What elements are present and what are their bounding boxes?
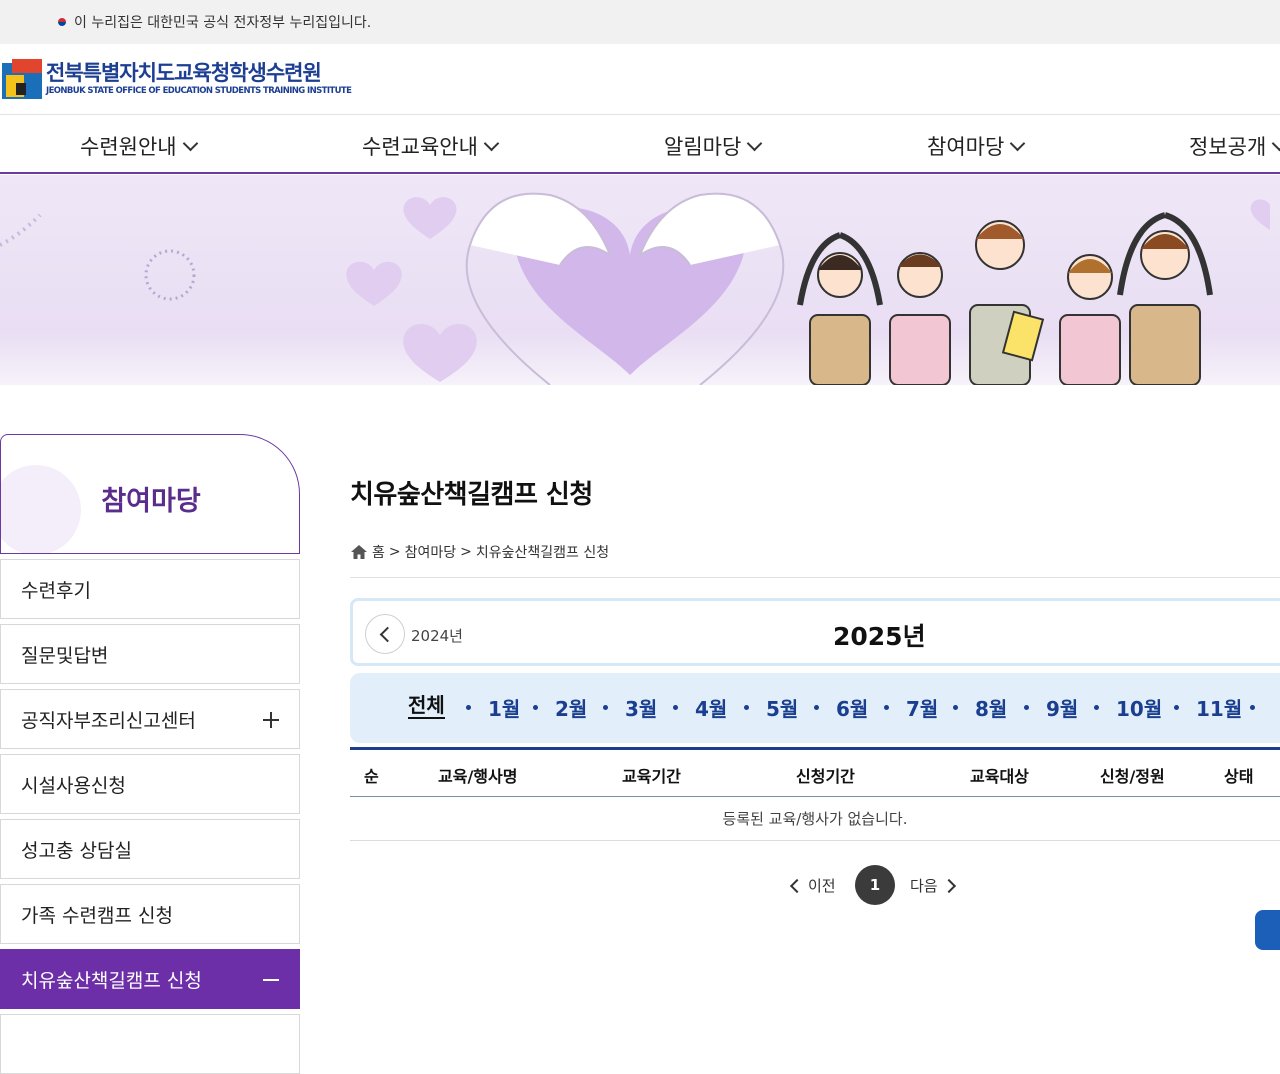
next-page-label: 다음	[910, 877, 938, 895]
logo-name-en: JEONBUK STATE OFFICE OF EDUCATION STUDEN…	[46, 86, 352, 96]
separator-dot	[1174, 705, 1179, 710]
minus-icon[interactable]	[263, 979, 279, 981]
prev-page-button[interactable]: 이전	[789, 875, 836, 896]
breadcrumb-separator: >	[460, 544, 472, 560]
page-title: 치유숲산책길캠프 신청	[350, 480, 593, 510]
month-tabs: 전체 1월 2월 3월 4월 5월 6월 7월 8월 9월 10월 11월	[350, 673, 1280, 743]
col-header-period: 교육기간	[622, 767, 681, 786]
gnb-item-disclosure[interactable]: 정보공개	[1189, 131, 1280, 161]
month-tab[interactable]: 3월	[625, 693, 657, 722]
chevron-left-icon	[789, 878, 805, 893]
breadcrumb-home[interactable]: 홈	[372, 542, 385, 562]
sidebar-item-label: 치유숲산책길캠프 신청	[21, 969, 202, 992]
separator-dot	[814, 705, 819, 710]
sidebar-title-box: 참여마당	[0, 434, 300, 554]
chevron-down-icon	[1272, 135, 1280, 151]
breadcrumb-current: 치유숲산책길캠프 신청	[475, 545, 610, 561]
chevron-down-icon	[1010, 135, 1026, 151]
gnb-label: 참여마당	[927, 135, 1005, 159]
sidebar-item-review[interactable]: 수련후기	[0, 559, 300, 619]
floating-apply-button[interactable]	[1255, 910, 1280, 950]
current-year: 2025년	[833, 622, 926, 651]
sidebar-item-label: 공직자부조리신고센터	[21, 709, 196, 732]
month-tab[interactable]: 7월	[906, 693, 938, 722]
logo-mark-icon	[2, 57, 44, 101]
chevron-down-icon	[747, 135, 763, 151]
prev-year-button[interactable]	[365, 614, 405, 654]
table-header: 순 교육/행사명 교육기간 신청기간 교육대상 신청/정원 상태	[350, 750, 1280, 797]
page-number-current[interactable]: 1	[855, 865, 895, 905]
breadcrumb: 홈 > 참여마당 > 치유숲산책길캠프 신청	[350, 542, 609, 562]
month-tab[interactable]: 1월	[488, 693, 520, 722]
month-tab[interactable]: 6월	[836, 693, 868, 722]
sidebar-item-qna[interactable]: 질문및답변	[0, 624, 300, 684]
global-nav: 수련원안내 수련교육안내 알림마당 참여마당 정보공개	[0, 114, 1280, 174]
sidebar-title: 참여마당	[101, 486, 201, 517]
chevron-down-icon	[483, 135, 500, 151]
gnb-label: 수련교육안내	[362, 135, 478, 159]
gnb-item-about[interactable]: 수련원안내	[80, 131, 198, 161]
prev-page-label: 이전	[808, 877, 836, 895]
sidebar-item-next[interactable]	[0, 1014, 300, 1074]
chevron-right-icon	[941, 878, 956, 893]
students-illustration	[797, 212, 1213, 385]
separator-dot	[1024, 705, 1029, 710]
col-header-apply-period: 신청기간	[796, 767, 855, 786]
year-navigator: 2024년 2025년	[350, 598, 1280, 666]
separator-dot	[744, 705, 749, 710]
col-header-capacity: 신청/정원	[1100, 767, 1165, 786]
breadcrumb-separator: >	[388, 544, 401, 560]
gnb-item-education[interactable]: 수련교육안내	[362, 131, 500, 161]
home-icon[interactable]	[350, 544, 368, 560]
month-tab[interactable]: 5월	[766, 693, 798, 722]
month-tab[interactable]: 11월	[1196, 693, 1242, 722]
month-tab-all[interactable]: 전체	[408, 693, 445, 719]
table-empty-message: 등록된 교육/행사가 없습니다.	[350, 798, 1280, 841]
separator-dot	[466, 705, 471, 710]
separator-dot	[533, 705, 538, 710]
gnb-label: 정보공개	[1189, 135, 1267, 159]
gnb-label: 알림마당	[664, 135, 742, 159]
gnb-label: 수련원안내	[80, 135, 177, 159]
logo-name-ko: 전북특별자치도교육청학생수련원	[46, 61, 322, 85]
gov-banner-text: 이 누리집은 대한민국 공식 전자정부 누리집입니다.	[74, 15, 372, 31]
separator-dot	[1094, 705, 1099, 710]
col-header-target: 교육대상	[970, 767, 1029, 786]
pagination: 이전 1 다음	[0, 864, 1280, 905]
month-tab[interactable]: 4월	[695, 693, 727, 722]
sidebar-item-corruption-report[interactable]: 공직자부조리신고센터	[0, 689, 300, 749]
separator-dot	[953, 705, 958, 710]
month-tab[interactable]: 9월	[1046, 693, 1078, 722]
prev-year-label[interactable]: 2024년	[411, 625, 463, 646]
sidebar-item-label: 수련후기	[21, 579, 91, 602]
separator-dot	[673, 705, 678, 710]
sidebar-item-label: 시설사용신청	[21, 774, 126, 797]
next-page-button[interactable]: 다음	[910, 875, 956, 896]
month-tab[interactable]: 10월	[1116, 693, 1162, 722]
col-header-event: 교육/행사명	[438, 767, 518, 786]
separator-dot	[884, 705, 889, 710]
sidebar-item-facility-request[interactable]: 시설사용신청	[0, 754, 300, 814]
sidebar-item-label: 가족 수련캠프 신청	[21, 904, 173, 927]
gov-banner: 이 누리집은 대한민국 공식 전자정부 누리집입니다.	[0, 0, 1280, 44]
breadcrumb-section[interactable]: 참여마당	[405, 542, 457, 562]
col-header-no: 순	[364, 767, 379, 786]
sidebar-item-label: 질문및답변	[21, 644, 109, 667]
gnb-item-notice[interactable]: 알림마당	[664, 131, 763, 161]
korea-flag-icon	[54, 16, 70, 28]
sidebar-item-forest-camp[interactable]: 치유숲산책길캠프 신청	[0, 949, 300, 1009]
plus-icon[interactable]	[263, 712, 279, 728]
col-header-status: 상태	[1224, 767, 1254, 786]
chevron-down-icon	[182, 135, 198, 151]
gnb-item-participation[interactable]: 참여마당	[927, 131, 1026, 161]
month-tab[interactable]: 8월	[975, 693, 1007, 722]
divider	[350, 577, 1280, 578]
separator-dot	[603, 705, 608, 710]
separator-dot	[1250, 705, 1255, 710]
month-tab[interactable]: 2월	[555, 693, 587, 722]
heart-hands-illustration	[0, 192, 1270, 385]
site-logo[interactable]: 전북특별자치도교육청학생수련원 JEONBUK STATE OFFICE OF …	[0, 56, 352, 102]
sidebar-item-label: 성고충 상담실	[21, 839, 132, 862]
hero-banner	[0, 175, 1280, 385]
